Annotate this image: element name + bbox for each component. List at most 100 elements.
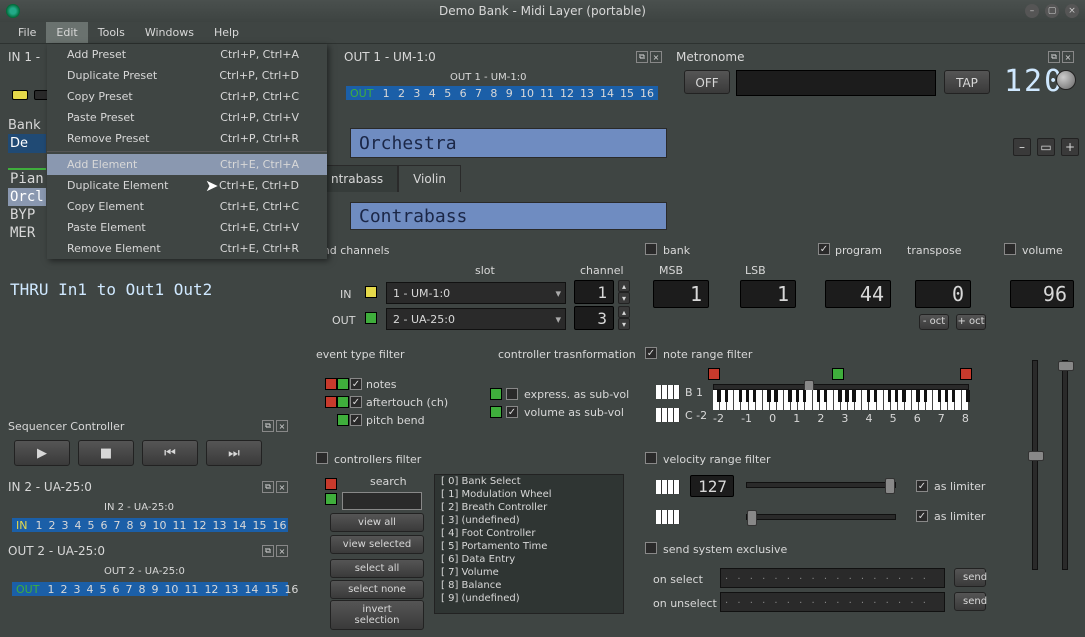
route-in-ch-up[interactable]: ▴ <box>618 280 630 292</box>
play-button[interactable]: ▶ <box>14 440 70 466</box>
select-all-button[interactable]: select all <box>330 559 424 578</box>
cc-list-item[interactable]: [ 0] Bank Select <box>435 475 623 488</box>
next-button[interactable]: ⏭ <box>206 440 262 466</box>
select-none-button[interactable]: select none <box>330 580 424 599</box>
cc-list-item[interactable]: [ 8] Balance <box>435 579 623 592</box>
cc-list-item[interactable]: [ 1] Modulation Wheel <box>435 488 623 501</box>
vel-limiter-2-checkbox[interactable] <box>916 510 928 522</box>
menu-edit[interactable]: Edit <box>46 22 87 43</box>
program-display[interactable]: 44 <box>825 280 891 308</box>
out1-detach-icon[interactable]: ⧉ <box>636 51 648 63</box>
metronome-close-icon[interactable]: × <box>1062 51 1074 63</box>
seq-detach-icon[interactable]: ⧉ <box>262 420 274 432</box>
route-in-slot-select[interactable]: 1 - UM-1:0 <box>386 282 566 304</box>
send-button-2[interactable]: send <box>954 592 986 611</box>
metronome-off-button[interactable]: OFF <box>684 70 730 94</box>
msb-display[interactable]: 1 <box>653 280 709 308</box>
menu-item-paste-preset[interactable]: Paste PresetCtrl+P, Ctrl+V <box>47 107 327 128</box>
menu-windows[interactable]: Windows <box>135 22 204 43</box>
in2-detach-icon[interactable]: ⧉ <box>262 481 274 493</box>
vel-value-display[interactable]: 127 <box>690 475 734 497</box>
note-range-checkbox[interactable] <box>645 347 657 359</box>
menu-file[interactable]: File <box>8 22 46 43</box>
menu-item-duplicate-element[interactable]: Duplicate ElementCtrl+E, Ctrl+D <box>47 175 327 196</box>
tab-violin[interactable]: Violin <box>398 165 461 192</box>
oct-plus-button[interactable]: + oct <box>956 314 986 330</box>
menu-item-add-element[interactable]: Add ElementCtrl+E, Ctrl+A <box>47 154 327 175</box>
out1-channel-strip[interactable]: OUT12345678910111213141516 <box>346 86 658 100</box>
vel-limiter-1-checkbox[interactable] <box>916 480 928 492</box>
search-input[interactable] <box>342 492 422 510</box>
cc-list-item[interactable]: [ 3] (undefined) <box>435 514 623 527</box>
route-in-ch-down[interactable]: ▾ <box>618 292 630 304</box>
view-all-button[interactable]: view all <box>330 513 424 532</box>
minimize-button[interactable]: – <box>1025 4 1039 18</box>
program-checkbox[interactable] <box>818 243 830 255</box>
menu-item-paste-element[interactable]: Paste ElementCtrl+E, Ctrl+V <box>47 217 327 238</box>
cc-listbox[interactable]: [ 0] Bank Select[ 1] Modulation Wheel[ 2… <box>434 474 624 614</box>
menu-item-remove-element[interactable]: Remove ElementCtrl+E, Ctrl+R <box>47 238 327 259</box>
out1-close-icon[interactable]: × <box>650 51 662 63</box>
volume-display[interactable]: 96 <box>1010 280 1074 308</box>
notes-checkbox[interactable] <box>350 378 362 390</box>
lsb-display[interactable]: 1 <box>740 280 796 308</box>
cc-list-item[interactable]: [ 4] Foot Controller <box>435 527 623 540</box>
menu-help[interactable]: Help <box>204 22 249 43</box>
metronome-bpm-knob[interactable] <box>1056 70 1076 90</box>
cc-list-item[interactable]: [ 7] Volume <box>435 566 623 579</box>
seq-close-icon[interactable]: × <box>276 420 288 432</box>
menu-item-copy-element[interactable]: Copy ElementCtrl+E, Ctrl+C <box>47 196 327 217</box>
out2-channel-strip[interactable]: OUT12345678910111213141516 <box>12 582 288 596</box>
route-out-slot-select[interactable]: 2 - UA-25:0 <box>386 308 566 330</box>
in2-close-icon[interactable]: × <box>276 481 288 493</box>
cc-list-item[interactable]: [ 6] Data Entry <box>435 553 623 566</box>
volume-checkbox[interactable] <box>1004 243 1016 255</box>
menu-tools[interactable]: Tools <box>88 22 135 43</box>
vel-slider-2[interactable] <box>746 514 896 520</box>
metronome-detach-icon[interactable]: ⧉ <box>1048 51 1060 63</box>
route-out-ch-up[interactable]: ▴ <box>618 306 630 318</box>
tab-contrabass[interactable]: ntrabass <box>316 165 398 192</box>
menu-item-remove-preset[interactable]: Remove PresetCtrl+P, Ctrl+R <box>47 128 327 149</box>
preset-name-field[interactable]: Orchestra <box>350 128 667 158</box>
route-out-ch[interactable]: 3 <box>574 306 614 330</box>
maximize-button[interactable]: ▢ <box>1045 4 1059 18</box>
prev-button[interactable]: ⏮ <box>142 440 198 466</box>
menu-item-duplicate-preset[interactable]: Duplicate PresetCtrl+P, Ctrl+D <box>47 65 327 86</box>
on-unselect-field[interactable]: . . . . . . . . . . . . . . . . . . . <box>720 592 945 612</box>
cc-list-item[interactable]: [ 9] (undefined) <box>435 592 623 605</box>
on-select-field[interactable]: . . . . . . . . . . . . . . . . . . . <box>720 568 945 588</box>
preset-row[interactable]: Orcl <box>8 188 46 206</box>
vel-slider-1[interactable] <box>746 482 896 488</box>
menu-item-copy-preset[interactable]: Copy PresetCtrl+P, Ctrl+C <box>47 86 327 107</box>
transpose-display[interactable]: 0 <box>915 280 971 308</box>
menu-item-add-preset[interactable]: Add PresetCtrl+P, Ctrl+A <box>47 44 327 65</box>
out2-close-icon[interactable]: × <box>276 545 288 557</box>
oct-minus-button[interactable]: - oct <box>919 314 949 330</box>
ctrl-filter-checkbox[interactable] <box>316 452 328 464</box>
bank-checkbox[interactable] <box>645 243 657 255</box>
stop-button[interactable]: ■ <box>78 440 134 466</box>
preset-plus-button[interactable]: + <box>1061 138 1079 156</box>
metronome-tap-button[interactable]: TAP <box>944 70 990 94</box>
send-button-1[interactable]: send <box>954 568 986 587</box>
preset-list[interactable]: PianOrclBYPMER <box>8 168 46 242</box>
preset-minus-button[interactable]: – <box>1013 138 1031 156</box>
view-selected-button[interactable]: view selected <box>330 535 424 554</box>
in2-channel-strip[interactable]: IN12345678910111213141516 <box>12 518 288 532</box>
route-in-ch[interactable]: 1 <box>574 280 614 304</box>
cc-list-item[interactable]: [ 5] Portamento Time <box>435 540 623 553</box>
vslider-1[interactable] <box>1032 360 1038 570</box>
cc-list-item[interactable]: [ 2] Breath Controller <box>435 501 623 514</box>
preset-row[interactable]: BYP <box>8 206 46 224</box>
expr-checkbox[interactable] <box>506 388 518 400</box>
route-out-ch-down[interactable]: ▾ <box>618 318 630 330</box>
preset-row[interactable]: MER <box>8 224 46 242</box>
element-name-field[interactable]: Contrabass <box>350 202 667 230</box>
piano-keyboard[interactable] <box>713 390 969 410</box>
close-button[interactable]: × <box>1065 4 1079 18</box>
preset-row[interactable]: Pian <box>8 170 46 188</box>
out2-detach-icon[interactable]: ⧉ <box>262 545 274 557</box>
pitch-checkbox[interactable] <box>350 414 362 426</box>
vol-checkbox[interactable] <box>506 406 518 418</box>
